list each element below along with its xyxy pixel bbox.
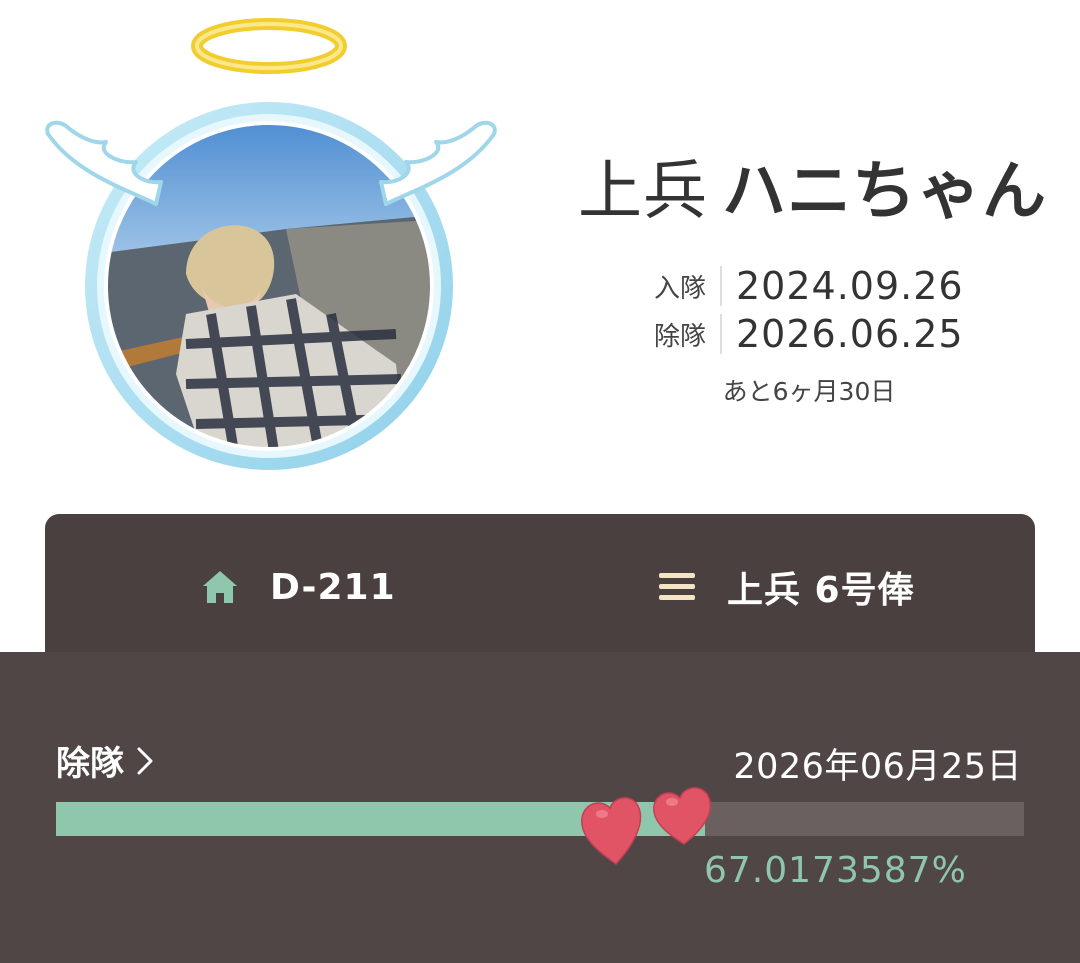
nickname: ハニちゃん (722, 155, 1047, 229)
discharge-progress-label: 除隊 (56, 744, 124, 784)
date-divider (720, 314, 722, 354)
enlist-row: 入隊 2024.09.26 (650, 262, 990, 310)
unit-info[interactable]: D-211 (200, 562, 396, 612)
discharge-progress-date: 2026年06月25日 (733, 747, 1022, 787)
remaining-time: あと6ヶ月30日 (722, 377, 896, 406)
menu-lines-icon (657, 567, 697, 607)
enlist-label: 入隊 (654, 273, 707, 304)
profile-name: 上兵 ハニちゃん (578, 140, 1058, 232)
discharge-date: 2026.06.25 (736, 312, 964, 356)
service-dates: 入隊 2024.09.26 除隊 2026.06.25 (650, 262, 990, 358)
progress-bar (56, 802, 1024, 836)
profile-avatar[interactable] (36, 14, 506, 470)
enlist-date: 2024.09.26 (736, 264, 964, 308)
chevron-right-icon (137, 747, 153, 774)
discharge-progress-panel: 除隊 2026年06月25日 67.0173587% (0, 652, 1080, 963)
discharge-label: 除隊 (654, 321, 707, 352)
discharge-row: 除隊 2026.06.25 (650, 310, 990, 358)
pay-info[interactable]: 上兵 6号俸 (657, 562, 915, 612)
angel-photo-frame-icon (45, 18, 497, 470)
discharge-link[interactable]: 除隊 (56, 736, 154, 785)
pay-text: 上兵 6号俸 (727, 570, 915, 611)
progress-percent: 67.0173587% (704, 850, 967, 891)
rank-label: 上兵 (578, 155, 708, 229)
unit-text: D-211 (270, 566, 396, 608)
home-icon (200, 567, 240, 607)
date-divider (720, 266, 722, 306)
